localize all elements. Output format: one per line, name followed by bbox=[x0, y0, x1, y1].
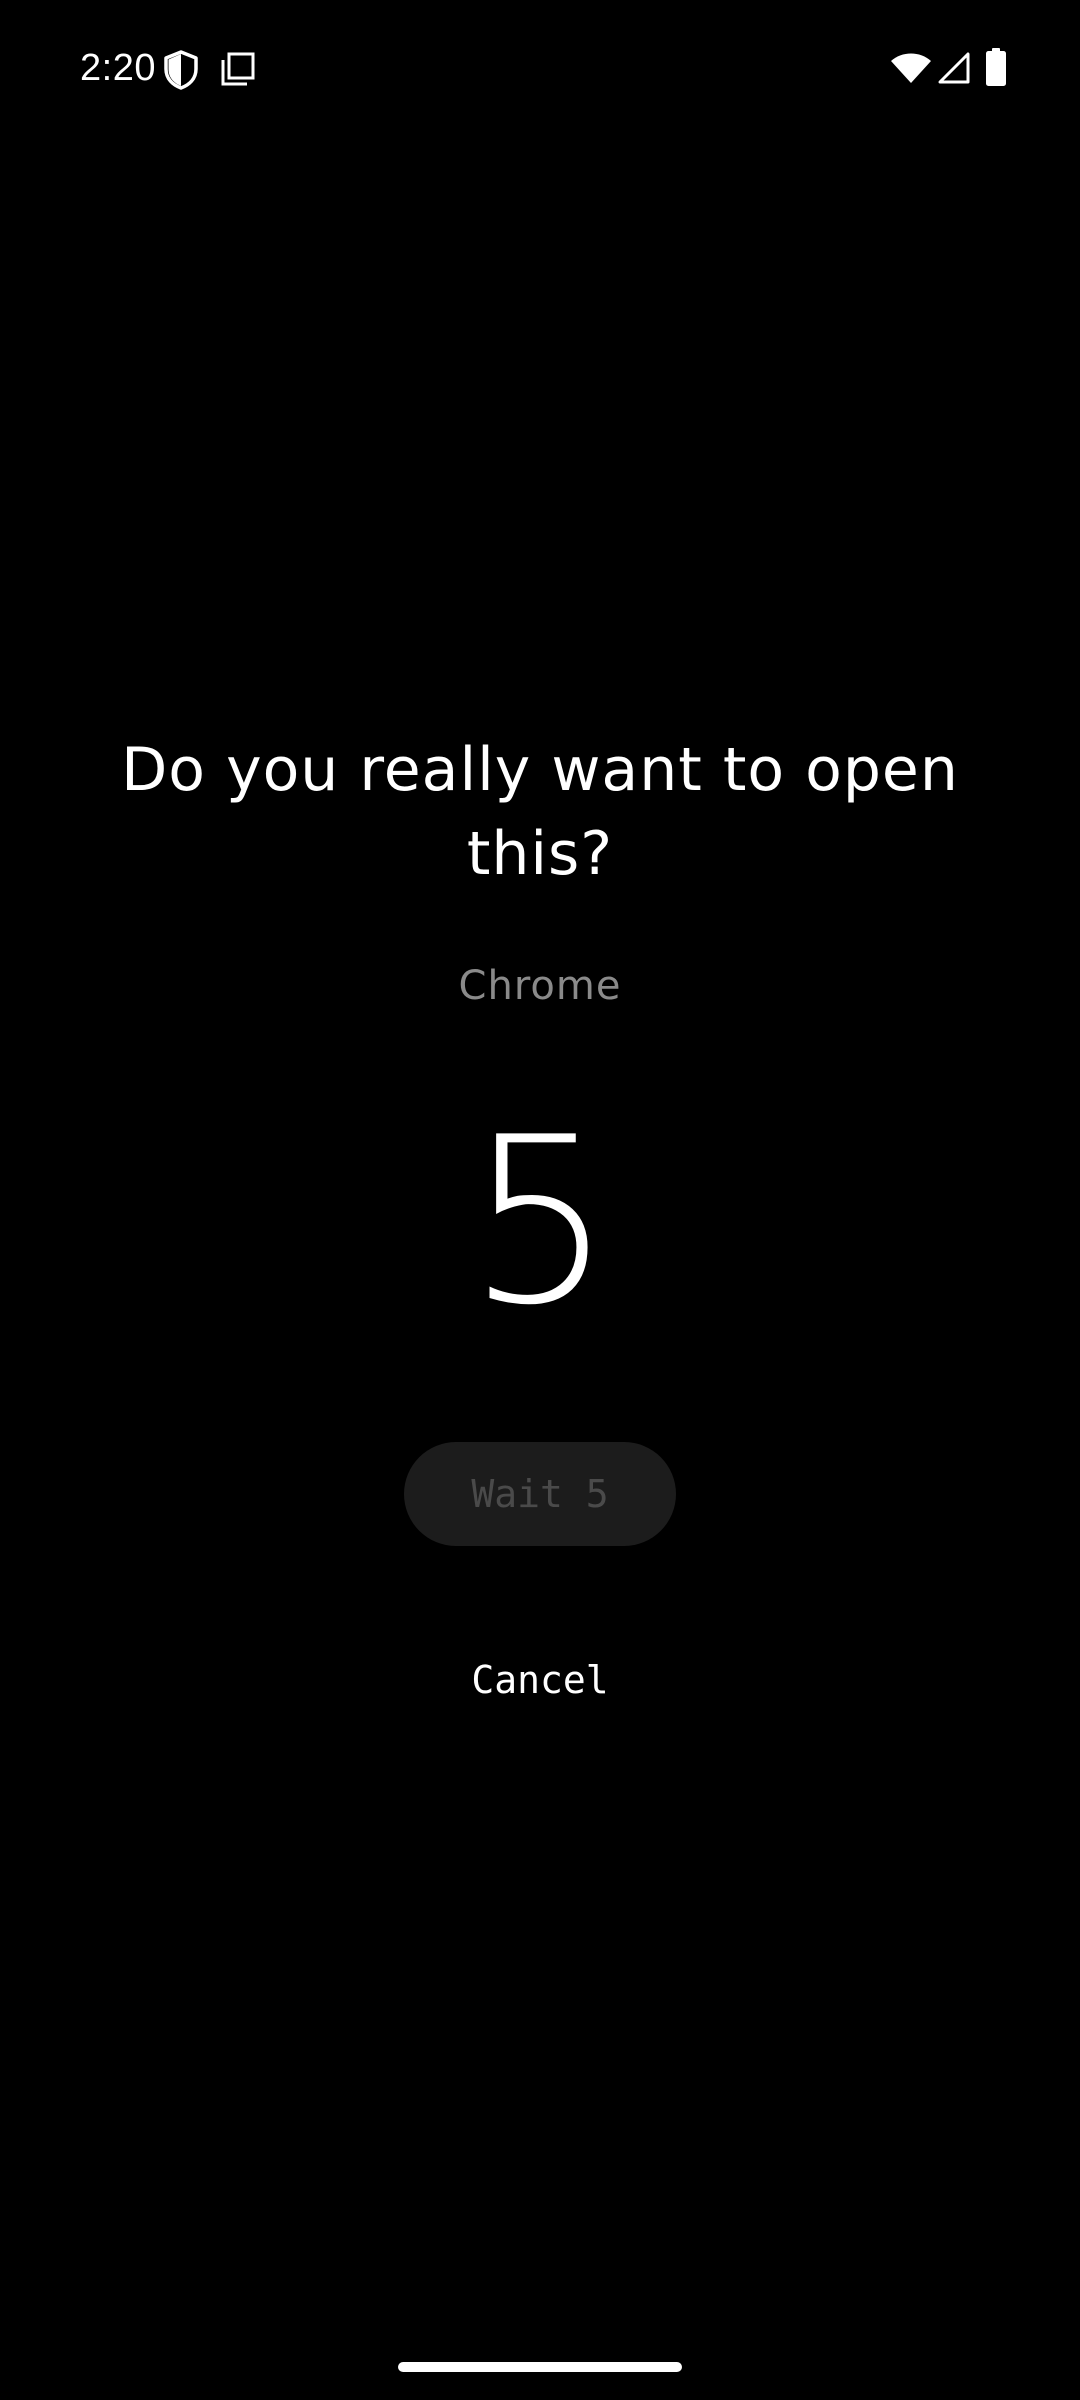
countdown-number: 5 bbox=[466, 1089, 614, 1356]
confirmation-question: Do you really want to open this? bbox=[121, 735, 959, 889]
confirmation-screen: Do you really want to open this? Chrome … bbox=[0, 0, 1080, 2400]
wait-button[interactable]: Wait 5 bbox=[404, 1442, 676, 1546]
cancel-button[interactable]: Cancel bbox=[390, 1640, 690, 1720]
home-indicator[interactable] bbox=[398, 2362, 682, 2372]
app-name: Chrome bbox=[458, 963, 622, 1009]
